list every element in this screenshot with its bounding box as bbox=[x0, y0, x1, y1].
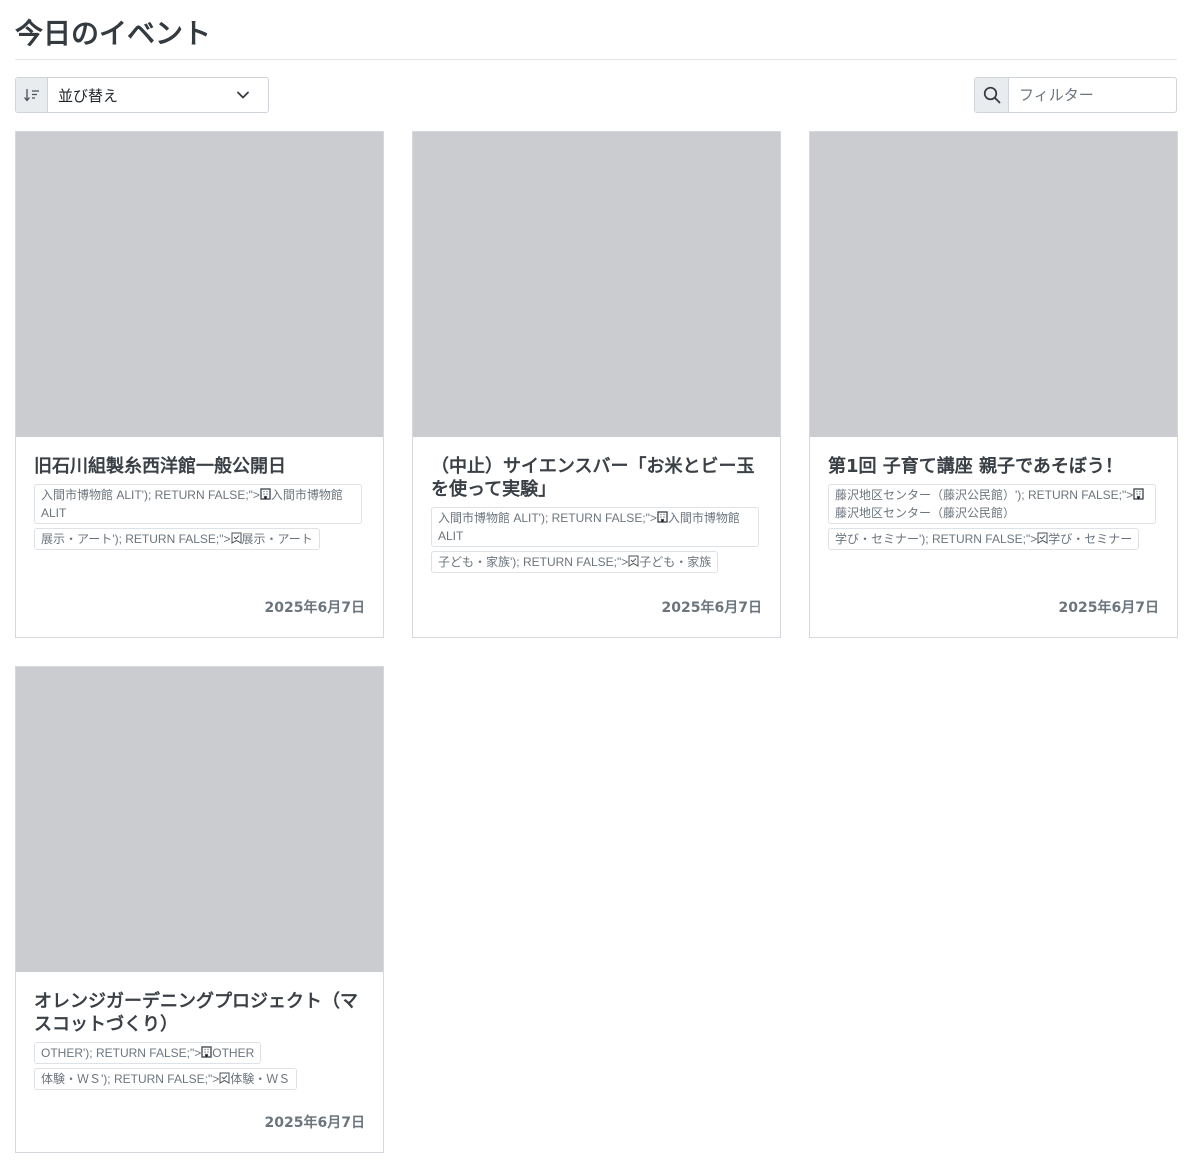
sort-down-icon bbox=[16, 78, 48, 112]
venue-tag-label: 藤沢地区センター（藤沢公民館） bbox=[835, 506, 1016, 520]
venue-tag[interactable]: OTHER'); RETURN FALSE;"> OTHER bbox=[34, 1042, 262, 1064]
tag-check-icon bbox=[628, 555, 639, 567]
filter-control bbox=[974, 77, 1177, 113]
chevron-down-icon bbox=[236, 86, 250, 104]
venue-tag-label: OTHER bbox=[212, 1046, 255, 1060]
sort-select-label: 並び替え bbox=[58, 86, 119, 105]
venue-tag[interactable]: 入間市博物館 ALIT'); RETURN FALSE;"> 入間市博物館 ALI… bbox=[34, 484, 362, 524]
category-tag[interactable]: 子ども・家族'); RETURN FALSE;"> 子ども・家族 bbox=[431, 551, 719, 573]
category-tag-label: 学び・セミナー bbox=[1048, 532, 1133, 546]
tag-check-icon bbox=[1037, 532, 1048, 544]
category-tag[interactable]: 体験・ＷＳ'); RETURN FALSE;"> 体験・ＷＳ bbox=[34, 1068, 298, 1090]
event-card[interactable]: 旧石川組製糸西洋館一般公開日 入間市博物館 ALIT'); RETURN FAL… bbox=[15, 131, 384, 638]
venue-tag[interactable]: 入間市博物館 ALIT'); RETURN FALSE;"> 入間市博物館 ALI… bbox=[431, 507, 759, 547]
tag-check-icon bbox=[219, 1072, 230, 1084]
building-icon bbox=[201, 1046, 212, 1058]
building-icon bbox=[1133, 488, 1144, 500]
building-icon bbox=[260, 488, 271, 500]
event-title[interactable]: 第1回 子育て講座 親子であそぼう！ bbox=[828, 455, 1159, 478]
venue-tag-prefix: 藤沢地区センター（藤沢公民館）'); RETURN FALSE;"> bbox=[835, 488, 1134, 502]
category-tag-label: 展示・アート bbox=[241, 532, 313, 546]
sort-control[interactable]: 並び替え bbox=[15, 77, 269, 113]
category-tag-prefix: 体験・ＷＳ'); RETURN FALSE;"> bbox=[41, 1072, 220, 1086]
event-card[interactable]: （中止）サイエンスバー「お米とビー玉を使って実験」 入間市博物館 ALIT');… bbox=[412, 131, 781, 638]
category-tag-prefix: 子ども・家族'); RETURN FALSE;"> bbox=[438, 555, 629, 569]
filter-input[interactable] bbox=[1009, 78, 1176, 112]
event-title[interactable]: 旧石川組製糸西洋館一般公開日 bbox=[34, 455, 365, 478]
sort-select[interactable]: 並び替え bbox=[48, 78, 268, 112]
category-tag-label: 体験・ＷＳ bbox=[230, 1072, 291, 1086]
category-tag-prefix: 展示・アート'); RETURN FALSE;"> bbox=[41, 532, 231, 546]
event-card[interactable]: 第1回 子育て講座 親子であそぼう！ 藤沢地区センター（藤沢公民館）'); RE… bbox=[809, 131, 1178, 638]
event-title[interactable]: オレンジガーデニングプロジェクト（マスコットづくり） bbox=[34, 990, 365, 1036]
title-divider bbox=[15, 59, 1177, 60]
event-title[interactable]: （中止）サイエンスバー「お米とビー玉を使って実験」 bbox=[431, 455, 762, 501]
venue-tag[interactable]: 藤沢地区センター（藤沢公民館）'); RETURN FALSE;"> 藤沢地区セン… bbox=[828, 484, 1156, 524]
category-tag-label: 子ども・家族 bbox=[639, 555, 712, 569]
venue-tag-prefix: 入間市博物館 ALIT'); RETURN FALSE;"> bbox=[41, 488, 260, 502]
event-image-placeholder bbox=[810, 132, 1177, 437]
category-tag[interactable]: 展示・アート'); RETURN FALSE;"> 展示・アート bbox=[34, 528, 320, 550]
event-image-placeholder bbox=[16, 667, 383, 972]
event-image-placeholder bbox=[413, 132, 780, 437]
event-date: 2025年6月7日 bbox=[661, 600, 762, 616]
event-card[interactable]: オレンジガーデニングプロジェクト（マスコットづくり） OTHER'); RETU… bbox=[15, 666, 384, 1153]
page-title: 今日のイベント bbox=[15, 17, 212, 50]
tag-check-icon bbox=[231, 532, 242, 544]
event-date: 2025年6月7日 bbox=[264, 1115, 365, 1131]
venue-tag-prefix: 入間市博物館 ALIT'); RETURN FALSE;"> bbox=[438, 511, 657, 525]
venue-tag-prefix: OTHER'); RETURN FALSE;"> bbox=[41, 1046, 202, 1060]
event-date: 2025年6月7日 bbox=[264, 600, 365, 616]
building-icon bbox=[657, 511, 668, 523]
event-image-placeholder bbox=[16, 132, 383, 437]
category-tag[interactable]: 学び・セミナー'); RETURN FALSE;"> 学び・セミナー bbox=[828, 528, 1140, 550]
event-date: 2025年6月7日 bbox=[1058, 600, 1159, 616]
search-icon[interactable] bbox=[975, 78, 1009, 112]
category-tag-prefix: 学び・セミナー'); RETURN FALSE;"> bbox=[835, 532, 1038, 546]
